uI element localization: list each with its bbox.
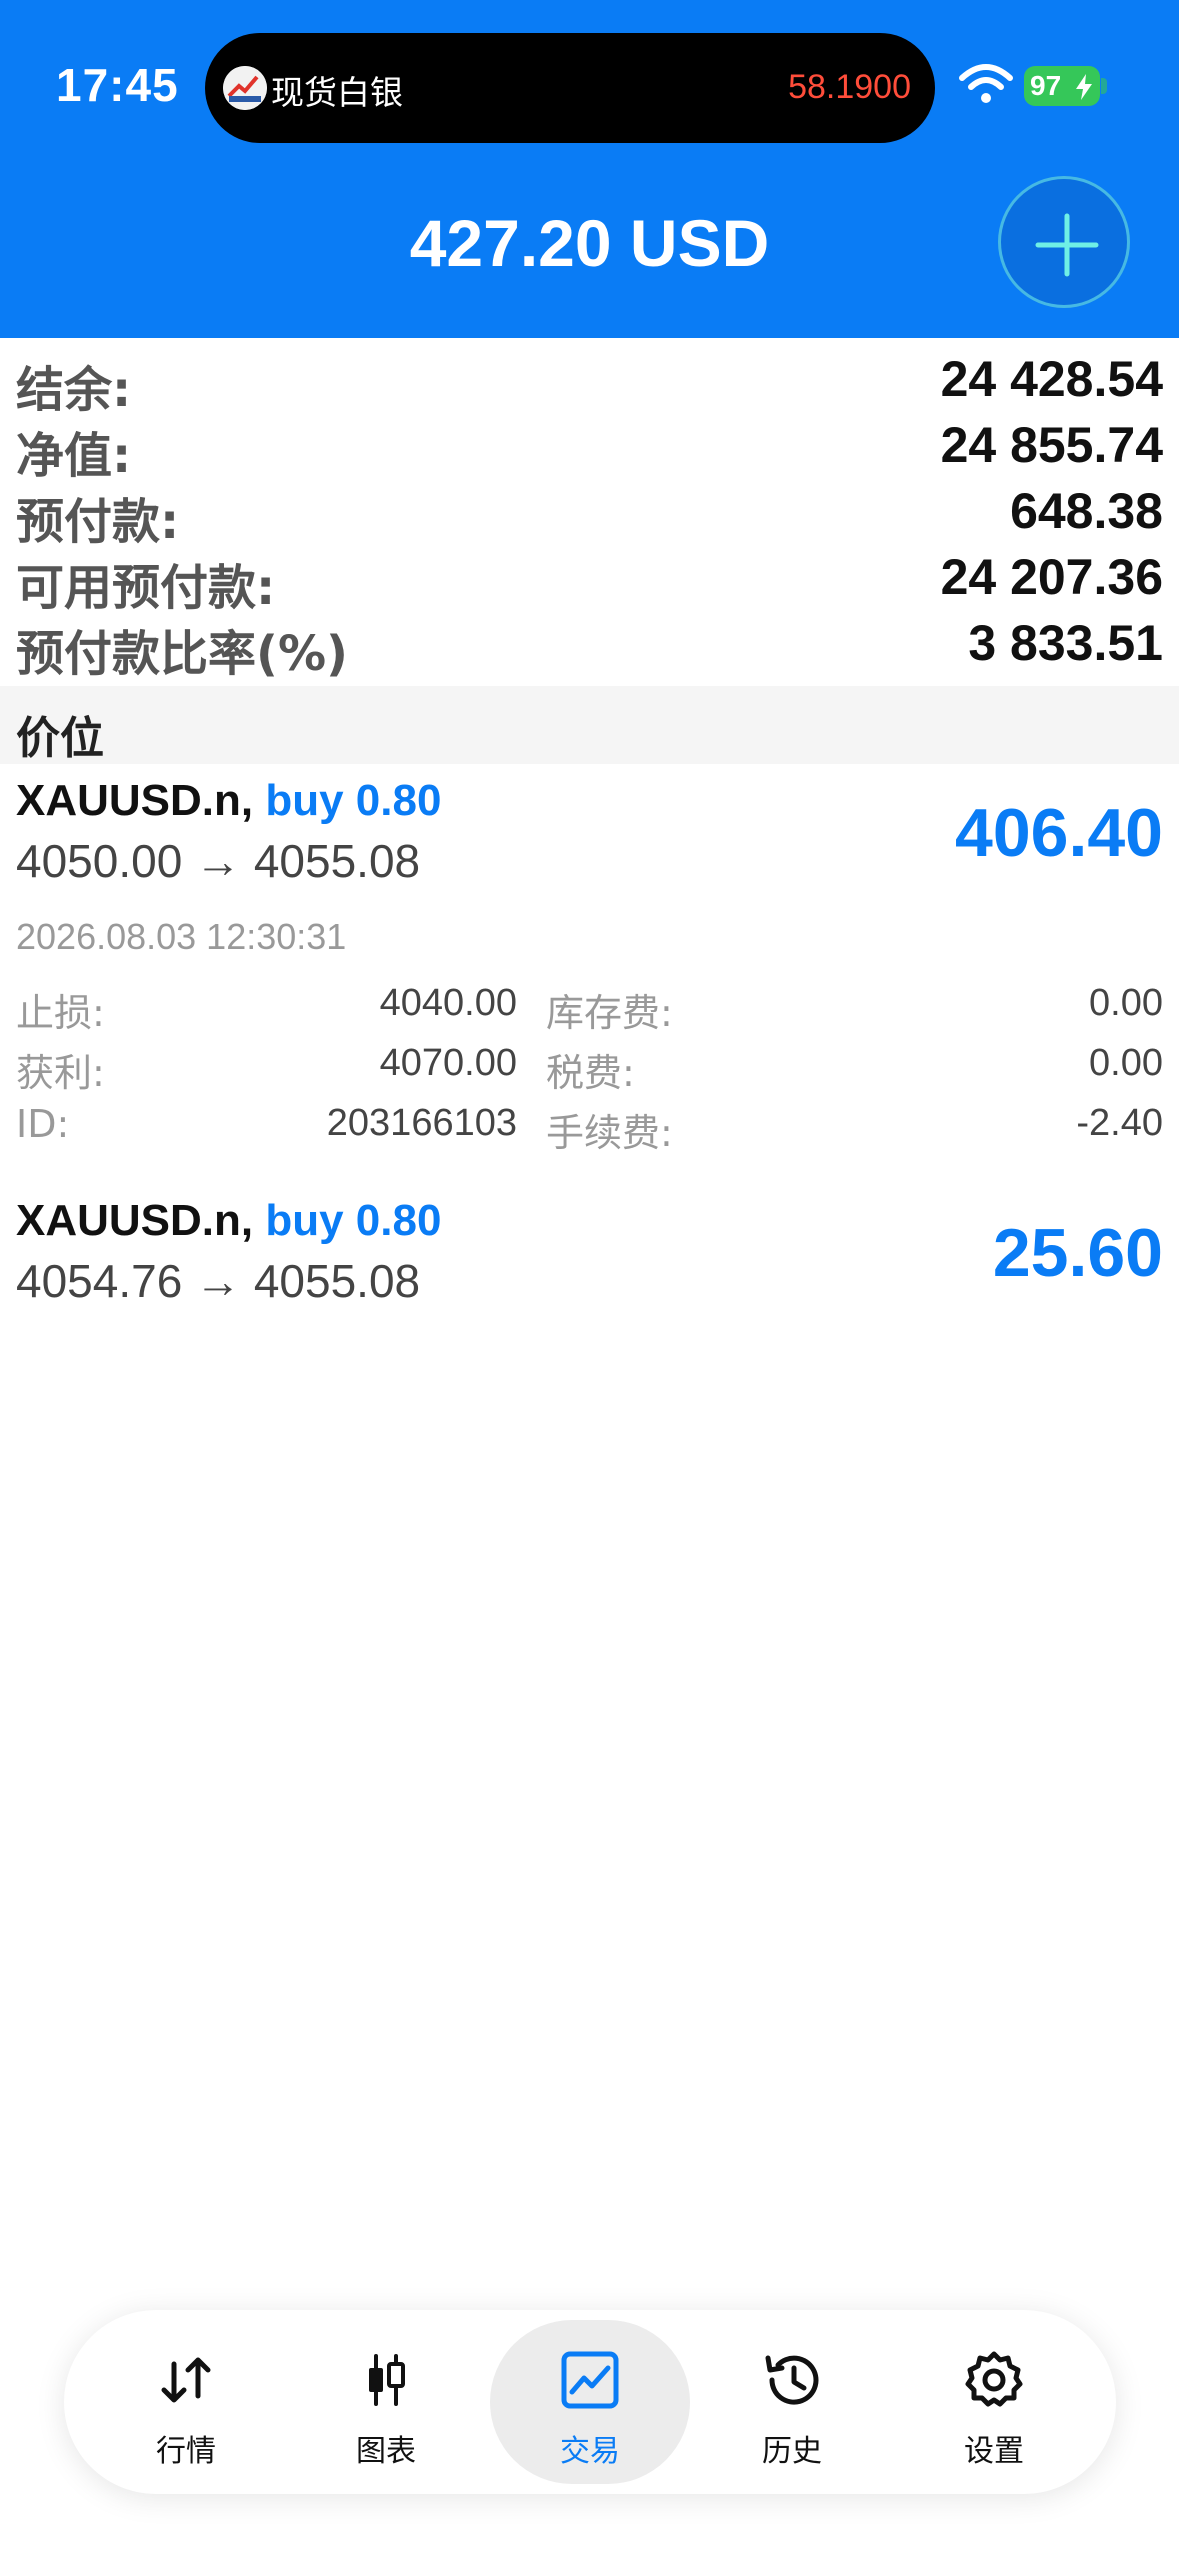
summary-row-balance: 结余: 24 428.54 <box>0 342 1179 418</box>
plus-icon <box>1035 213 1099 277</box>
detail-value-tp: 4070.00 <box>379 1042 517 1084</box>
position-prices: 4050.00 → 4055.08 <box>16 835 421 887</box>
nav-label: 交易 <box>560 2434 620 2469</box>
header: 17:45 现货白银 58.1900 97 427.20 USD <box>0 0 1179 338</box>
nav-label: 行情 <box>156 2434 216 2469</box>
position-symbol-line: XAUUSD.n, buy 0.80 <box>16 1196 441 1246</box>
position-side: buy 0.80 <box>265 776 442 825</box>
summary-label: 预付款比率(%) <box>16 626 348 682</box>
summary-row-free-margin: 可用预付款: 24 207.36 <box>0 540 1179 616</box>
detail-label-tp: 获利: <box>16 1051 105 1095</box>
summary-value: 24 428.54 <box>940 351 1163 407</box>
detail-value-fee: -2.40 <box>1076 1102 1163 1144</box>
summary-value: 648.38 <box>1010 483 1163 539</box>
summary-row-margin-level: 预付款比率(%) 3 833.51 <box>0 606 1179 682</box>
gear-icon <box>965 2351 1023 2407</box>
history-clock-icon <box>765 2355 819 2405</box>
arrows-updown-icon <box>161 2357 211 2403</box>
add-order-button[interactable] <box>998 176 1130 308</box>
summary-value: 24 855.74 <box>940 417 1163 473</box>
nav-item-quotes[interactable]: 行情 <box>86 2320 286 2484</box>
nav-label: 图表 <box>356 2434 416 2469</box>
position-profit: 406.40 <box>955 795 1163 871</box>
position-profit: 25.60 <box>992 1215 1163 1291</box>
position-prices: 4054.76 → 4055.08 <box>16 1255 421 1307</box>
position-symbol: XAUUSD.n, <box>16 776 254 825</box>
positions-section-header: 价位 <box>0 686 1179 764</box>
position-row[interactable]: XAUUSD.n, buy 0.80 4054.76 → 4055.08 25.… <box>0 1184 1179 1314</box>
summary-row-equity: 净值: 24 855.74 <box>0 408 1179 484</box>
position-row[interactable]: XAUUSD.n, buy 0.80 4050.00 → 4055.08 406… <box>0 764 1179 1164</box>
detail-label-tax: 税费: <box>546 1051 635 1095</box>
island-instrument-name: 现货白银 <box>271 73 403 112</box>
summary-row-margin: 预付款: 648.38 <box>0 474 1179 550</box>
silver-logo-icon <box>223 66 267 110</box>
dynamic-island[interactable]: 现货白银 58.1900 <box>205 33 935 143</box>
account-summary: 结余: 24 428.54 净值: 24 855.74 预付款: 648.38 … <box>0 338 1179 686</box>
battery-icon: 97 <box>1024 66 1100 106</box>
summary-value: 24 207.36 <box>940 549 1163 605</box>
detail-value-swap: 0.00 <box>1089 982 1163 1024</box>
detail-label-swap: 库存费: <box>546 991 673 1035</box>
candlestick-icon <box>369 2354 405 2406</box>
wifi-icon <box>959 64 1013 103</box>
charging-bolt-icon <box>1076 74 1092 100</box>
nav-label: 设置 <box>964 2434 1024 2469</box>
detail-value-id: 203166103 <box>326 1102 517 1144</box>
bottom-nav: 行情 图表 交易 历史 设置 <box>64 2310 1116 2494</box>
detail-label-id: ID: <box>16 1102 70 1146</box>
section-label: 价位 <box>16 713 104 764</box>
status-time: 17:45 <box>56 59 179 111</box>
battery-cap <box>1101 78 1107 94</box>
position-symbol: XAUUSD.n, <box>16 1196 254 1245</box>
detail-label-fee: 手续费: <box>546 1111 673 1155</box>
detail-value-sl: 4040.00 <box>379 982 517 1024</box>
detail-value-tax: 0.00 <box>1089 1042 1163 1084</box>
nav-item-trade[interactable]: 交易 <box>490 2320 690 2484</box>
position-symbol-line: XAUUSD.n, buy 0.80 <box>16 776 441 826</box>
summary-value: 3 833.51 <box>968 615 1163 671</box>
trade-chart-icon <box>561 2351 619 2409</box>
position-open-time: 2026.08.03 12:30:31 <box>16 916 347 957</box>
position-side: buy 0.80 <box>265 1196 442 1245</box>
detail-label-sl: 止损: <box>16 991 105 1035</box>
nav-item-charts[interactable]: 图表 <box>286 2320 486 2484</box>
nav-label: 历史 <box>762 2434 822 2469</box>
nav-item-history[interactable]: 历史 <box>692 2320 892 2484</box>
island-instrument-price: 58.1900 <box>788 68 911 106</box>
nav-item-settings[interactable]: 设置 <box>894 2320 1094 2484</box>
battery-level: 97 <box>1030 70 1062 101</box>
